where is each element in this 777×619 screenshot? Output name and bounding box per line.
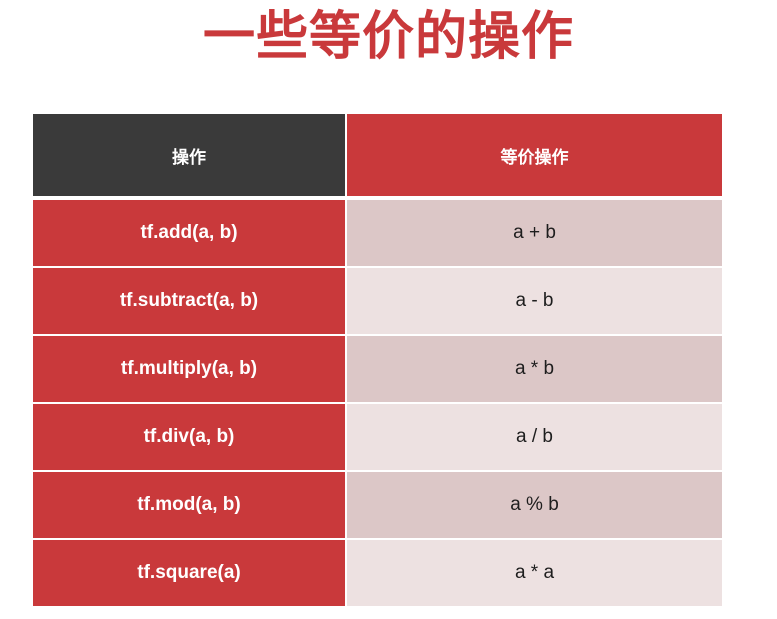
equivalence-table: 操作 等价操作 tf.add(a, b) a + b tf.subtract(a… bbox=[33, 114, 722, 608]
operation-cell: tf.multiply(a, b) bbox=[33, 335, 347, 404]
table-row: tf.square(a) a * a bbox=[33, 539, 722, 608]
table-row: tf.multiply(a, b) a * b bbox=[33, 335, 722, 404]
table-row: tf.div(a, b) a / b bbox=[33, 403, 722, 472]
table-row: tf.mod(a, b) a % b bbox=[33, 471, 722, 540]
operation-cell: tf.square(a) bbox=[33, 539, 347, 608]
equivalent-cell: a - b bbox=[346, 267, 722, 336]
equivalent-cell: a + b bbox=[346, 198, 722, 268]
page-title: 一些等价的操作 bbox=[202, 7, 574, 67]
equivalent-cell: a * b bbox=[346, 335, 722, 404]
operation-cell: tf.mod(a, b) bbox=[33, 471, 347, 540]
header-equivalent: 等价操作 bbox=[346, 114, 722, 200]
operation-cell: tf.subtract(a, b) bbox=[33, 267, 347, 336]
header-operation: 操作 bbox=[33, 114, 347, 200]
table-header-row: 操作 等价操作 bbox=[33, 114, 722, 200]
table-row: tf.add(a, b) a + b bbox=[33, 198, 722, 268]
operation-cell: tf.div(a, b) bbox=[33, 403, 347, 472]
operation-cell: tf.add(a, b) bbox=[33, 198, 347, 268]
equivalent-cell: a / b bbox=[346, 403, 722, 472]
equivalent-cell: a % b bbox=[346, 471, 722, 540]
equivalent-cell: a * a bbox=[346, 539, 722, 608]
table-row: tf.subtract(a, b) a - b bbox=[33, 267, 722, 336]
